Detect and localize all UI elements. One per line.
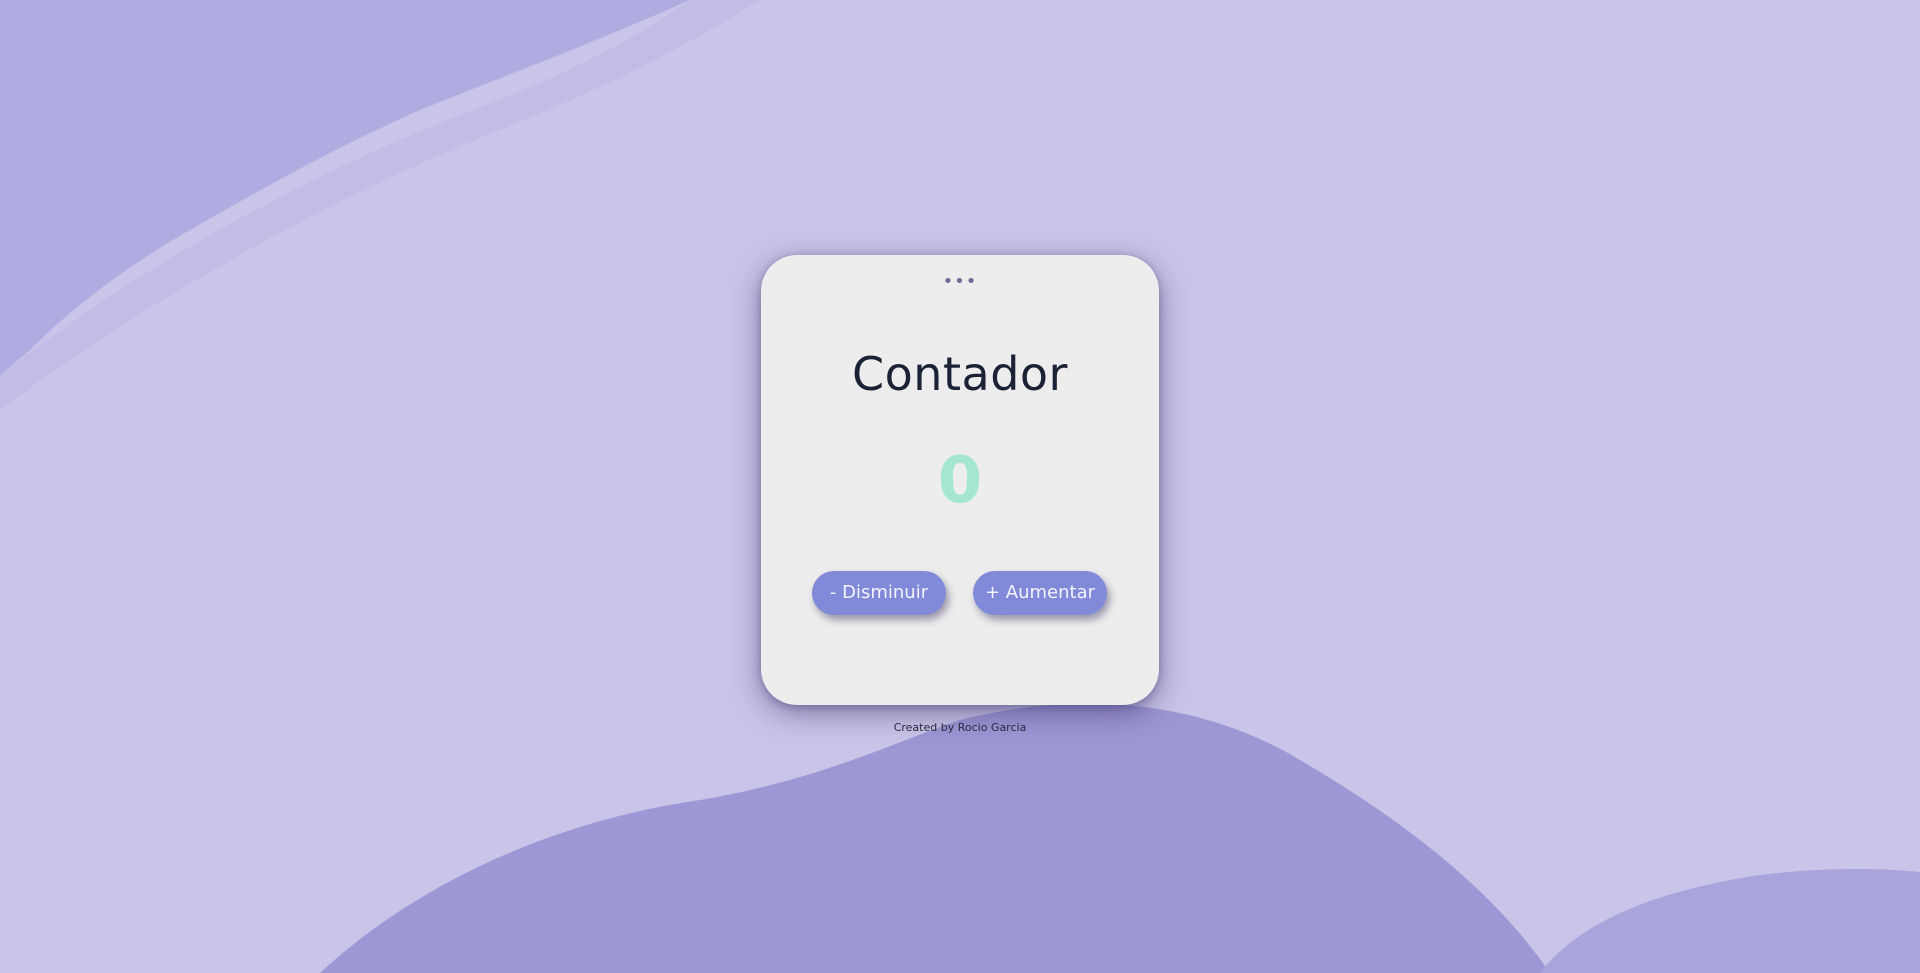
footer-credit: Created by Rocio Garcia	[893, 721, 1027, 734]
decrease-button[interactable]: - Disminuir	[812, 571, 946, 615]
counter-value: 0	[937, 444, 983, 518]
counter-card: ••• Contador 0 - Disminuir + Aumentar	[761, 255, 1159, 705]
more-options-icon[interactable]: •••	[761, 273, 1159, 291]
page-title: Contador	[852, 347, 1068, 401]
increase-button[interactable]: + Aumentar	[973, 571, 1107, 615]
